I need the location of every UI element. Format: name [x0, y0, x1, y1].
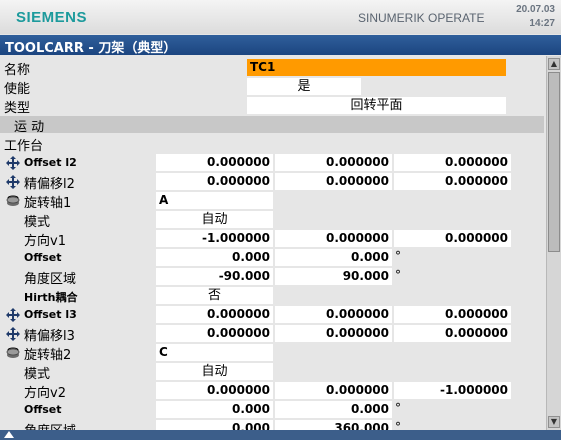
type-row: 类型 回转平面	[0, 96, 546, 116]
date-text: 20.07.03	[516, 4, 555, 15]
dir-v1-x[interactable]: -1.000000	[156, 230, 273, 247]
dir-v1-row: 方向v1 -1.000000 0.000000 0.000000	[0, 229, 546, 249]
dir-v1-label: 方向v1	[24, 234, 66, 249]
offset-2-label: Offset	[24, 403, 62, 416]
scroll-down-icon[interactable]: ▼	[548, 416, 560, 428]
fine-l2-z[interactable]: 0.000000	[394, 173, 511, 190]
offset-2-b[interactable]: 0.000	[275, 401, 392, 418]
offset-l2-x[interactable]: 0.000000	[156, 154, 273, 171]
fine-l2-label: 精偏移l2	[24, 177, 75, 192]
enable-row: 使能 是	[0, 77, 546, 97]
move-icon	[6, 175, 20, 189]
up-arrow-icon[interactable]	[4, 431, 14, 438]
name-row: 名称 TC1	[0, 58, 546, 78]
bottom-bar	[0, 430, 561, 440]
offset-l2-label: Offset l2	[24, 156, 77, 169]
section-title: 运 动	[14, 120, 45, 135]
dir-v2-x[interactable]: 0.000000	[156, 382, 273, 399]
mode-2-label: 模式	[24, 367, 51, 382]
type-select[interactable]: 回转平面	[247, 97, 506, 114]
siemens-logo: SIEMENS	[16, 9, 88, 26]
range-2-max[interactable]: 360.000	[275, 420, 392, 430]
offset-l3-x[interactable]: 0.000000	[156, 306, 273, 323]
mode-2-select[interactable]: 自动	[156, 363, 273, 380]
form-content: 名称 TC1 使能 是 类型 回转平面 运 动 工作台 Offset l2 0.…	[0, 56, 546, 430]
offset-1-a[interactable]: 0.000	[156, 249, 273, 266]
offset-2-row: Offset 0.000 0.000 °	[0, 400, 546, 419]
section-motion: 运 动	[0, 116, 544, 135]
offset-l3-z[interactable]: 0.000000	[394, 306, 511, 323]
offset-l3-row: Offset l3 0.000000 0.000000 0.000000	[0, 305, 546, 324]
fine-l3-x[interactable]: 0.000000	[156, 325, 273, 342]
range-1-min[interactable]: -90.000	[156, 268, 273, 285]
dir-v2-z[interactable]: -1.000000	[394, 382, 511, 399]
range-1-label: 角度区域	[24, 272, 77, 287]
fine-l2-y[interactable]: 0.000000	[275, 173, 392, 190]
rot-axis-2-input[interactable]: C	[156, 344, 273, 361]
offset-l2-row: Offset l2 0.000000 0.000000 0.000000	[0, 153, 546, 172]
offset-1-label: Offset	[24, 251, 62, 264]
scroll-thumb[interactable]	[548, 72, 560, 252]
fine-l2-x[interactable]: 0.000000	[156, 173, 273, 190]
offset-1-row: Offset 0.000 0.000 °	[0, 248, 546, 267]
dir-v2-y[interactable]: 0.000000	[275, 382, 392, 399]
rot-axis-1-label: 旋转轴1	[24, 196, 72, 211]
worktable-row: 工作台	[0, 134, 546, 154]
dir-v2-row: 方向v2 0.000000 0.000000 -1.000000	[0, 381, 546, 401]
offset-l2-z[interactable]: 0.000000	[394, 154, 511, 171]
offset-2-a[interactable]: 0.000	[156, 401, 273, 418]
range-2-label: 角度区域	[24, 420, 76, 430]
mode-1-select[interactable]: 自动	[156, 211, 273, 228]
fine-l3-z[interactable]: 0.000000	[394, 325, 511, 342]
fine-l3-y[interactable]: 0.000000	[275, 325, 392, 342]
top-header: SIEMENS SINUMERIK OPERATE 20.07.03 14:27	[0, 0, 561, 34]
time-text: 14:27	[529, 18, 555, 29]
scroll-up-icon[interactable]: ▲	[548, 58, 560, 70]
name-label: 名称	[4, 63, 31, 78]
rot-axis-1-input[interactable]: A	[156, 192, 273, 209]
move-icon	[6, 327, 20, 341]
mode-2-row: 模式 自动	[0, 362, 546, 382]
range-2-unit: °	[395, 420, 401, 430]
offset-l3-label: Offset l3	[24, 308, 77, 321]
range-1-row: 角度区域 -90.000 90.000 °	[0, 267, 546, 287]
offset-1-unit: °	[395, 249, 401, 263]
range-1-unit: °	[395, 268, 401, 282]
dir-v1-y[interactable]: 0.000000	[275, 230, 392, 247]
move-icon	[6, 308, 20, 322]
offset-1-b[interactable]: 0.000	[275, 249, 392, 266]
window-titlebar: TOOLCARR - 刀架（典型）	[0, 35, 561, 56]
rotary-axis-icon	[6, 347, 20, 358]
name-input[interactable]: TC1	[247, 59, 506, 76]
fine-l3-row: 精偏移l3 0.000000 0.000000 0.000000	[0, 324, 546, 344]
mode-1-label: 模式	[24, 215, 51, 230]
window-title: TOOLCARR - 刀架（典型）	[5, 41, 177, 56]
offset-2-unit: °	[395, 401, 401, 415]
hirth-1-label: Hirth耦合	[24, 291, 78, 304]
vertical-scrollbar[interactable]: ▲ ▼	[546, 56, 561, 430]
dir-v2-label: 方向v2	[24, 386, 66, 401]
offset-l2-y[interactable]: 0.000000	[275, 154, 392, 171]
mode-1-row: 模式 自动	[0, 210, 546, 230]
hirth-1-select[interactable]: 否	[156, 287, 273, 304]
rot-axis-2-row: 旋转轴2 C	[0, 343, 546, 363]
move-icon	[6, 156, 20, 170]
worktable-label: 工作台	[4, 139, 44, 154]
dir-v1-z[interactable]: 0.000000	[394, 230, 511, 247]
rot-axis-2-label: 旋转轴2	[24, 348, 72, 363]
hirth-1-row: Hirth耦合 否	[0, 286, 546, 305]
type-label: 类型	[4, 101, 31, 116]
range-2-row: 角度区域 0.000 360.000 °	[0, 419, 546, 430]
enable-label: 使能	[4, 82, 31, 97]
range-1-max[interactable]: 90.000	[275, 268, 392, 285]
rotary-axis-icon	[6, 195, 20, 206]
fine-l3-label: 精偏移l3	[24, 329, 75, 344]
offset-l3-y[interactable]: 0.000000	[275, 306, 392, 323]
enable-select[interactable]: 是	[247, 78, 361, 95]
rot-axis-1-row: 旋转轴1 A	[0, 191, 546, 211]
datetime: 20.07.03 14:27	[516, 3, 555, 31]
range-2-min[interactable]: 0.000	[156, 420, 273, 430]
app-name: SINUMERIK OPERATE	[358, 11, 485, 25]
fine-l2-row: 精偏移l2 0.000000 0.000000 0.000000	[0, 172, 546, 192]
